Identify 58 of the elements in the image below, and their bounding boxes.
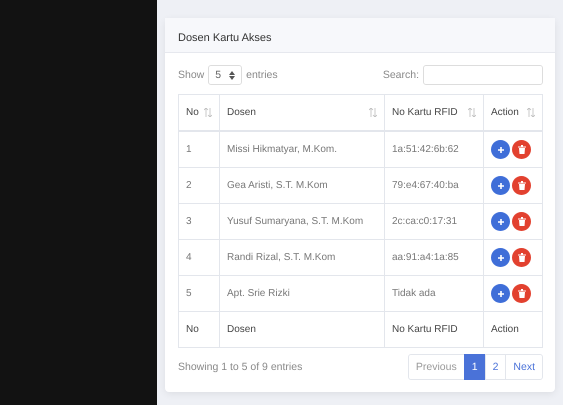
table-cell: 79:e4:67:40:ba xyxy=(384,168,484,204)
table-cell: aa:91:a4:1a:85 xyxy=(384,240,484,276)
card-title: Dosen Kartu Akses xyxy=(178,32,272,44)
page-nav-button[interactable]: Next xyxy=(505,354,543,380)
delete-button[interactable] xyxy=(512,212,531,231)
trash-icon xyxy=(518,145,526,154)
entries-select[interactable]: 5 xyxy=(208,65,242,85)
delete-button[interactable] xyxy=(512,284,531,303)
sort-icon xyxy=(527,108,535,117)
sort-icon xyxy=(468,108,476,117)
show-label: Show xyxy=(178,69,204,81)
table-cell: 1a:51:42:6b:62 xyxy=(384,131,484,168)
column-footer: Action xyxy=(484,312,542,348)
add-button[interactable] xyxy=(491,248,510,267)
sort-icon xyxy=(204,108,212,117)
search-label: Search: xyxy=(382,69,419,81)
delete-button[interactable] xyxy=(512,140,531,159)
column-footer: No Kartu RFID xyxy=(384,312,484,348)
table-cell: 4 xyxy=(178,240,220,276)
trash-icon xyxy=(518,253,526,262)
column-header[interactable]: Dosen xyxy=(220,94,384,131)
column-header[interactable]: No Kartu RFID xyxy=(384,94,484,131)
entries-label: entries xyxy=(246,69,278,81)
delete-button[interactable] xyxy=(512,176,531,195)
sort-icon xyxy=(369,108,377,117)
column-header[interactable]: Action xyxy=(484,94,542,131)
table-cell: Gea Aristi, S.T. M.Kom xyxy=(220,168,384,204)
table-cell: Missi Hikmatyar, M.Kom. xyxy=(220,131,384,168)
trash-icon xyxy=(518,289,526,298)
select-arrows-icon xyxy=(229,70,236,80)
add-button[interactable] xyxy=(491,284,510,303)
table-cell: 1 xyxy=(178,131,220,168)
table-cell: 2 xyxy=(178,168,220,204)
page-button[interactable]: 2 xyxy=(484,354,506,380)
trash-icon xyxy=(518,181,526,190)
page-button[interactable]: 1 xyxy=(464,354,486,380)
table-cell: 3 xyxy=(178,204,220,240)
table-cell: Tidak ada xyxy=(384,276,484,312)
entries-info: Showing 1 to 5 of 9 entries xyxy=(178,361,302,373)
plus-icon xyxy=(496,218,504,226)
plus-icon xyxy=(496,146,504,154)
table-cell: Yusuf Sumaryana, S.T. M.Kom xyxy=(220,204,384,240)
column-footer: Dosen xyxy=(220,312,384,348)
column-footer: No xyxy=(178,312,220,348)
plus-icon xyxy=(496,182,504,190)
add-button[interactable] xyxy=(491,212,510,231)
column-header[interactable]: No xyxy=(178,94,220,131)
delete-button[interactable] xyxy=(512,248,531,267)
plus-icon xyxy=(496,254,504,262)
plus-icon xyxy=(496,290,504,298)
table-cell: Randi Rizal, S.T. M.Kom xyxy=(220,240,384,276)
add-button[interactable] xyxy=(491,176,510,195)
table-cell: 5 xyxy=(178,276,220,312)
search-field[interactable] xyxy=(423,65,543,85)
add-button[interactable] xyxy=(491,140,510,159)
table-cell: Apt. Srie Rizki xyxy=(220,276,384,312)
trash-icon xyxy=(518,217,526,226)
table-cell: 2c:ca:c0:17:31 xyxy=(384,204,484,240)
